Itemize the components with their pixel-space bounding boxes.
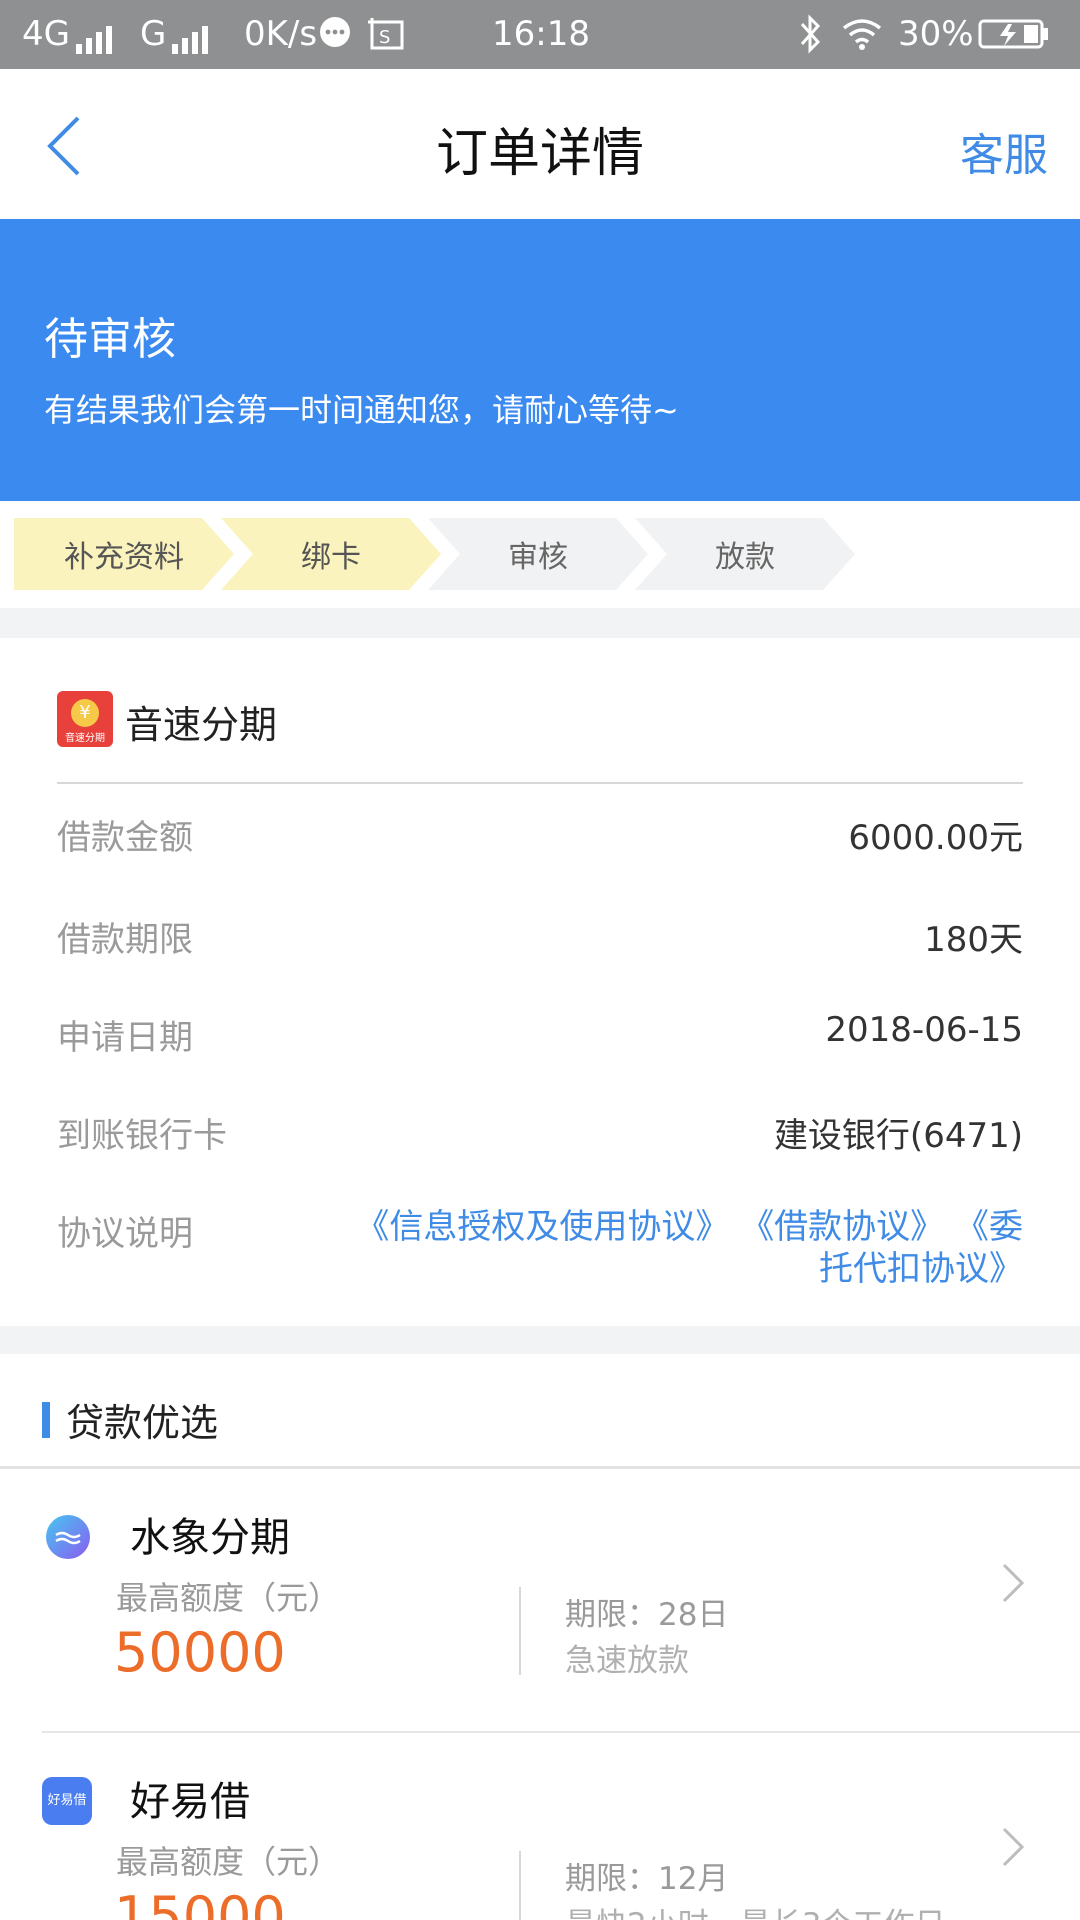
step-label: 绑卡 bbox=[301, 540, 361, 575]
yuan-coin-icon: ¥ bbox=[71, 699, 99, 727]
detail-label: 协议说明 bbox=[57, 1214, 193, 1254]
signal-icon bbox=[172, 14, 212, 54]
detail-row-bank-card: 到账银行卡 建设银行(6471) bbox=[57, 1108, 1023, 1168]
step-disburse: 放款 bbox=[635, 518, 855, 590]
vertical-divider bbox=[519, 1587, 521, 1675]
vertical-divider bbox=[519, 1851, 521, 1920]
status-subtitle: 有结果我们会第一时间通知您，请耐心等待~ bbox=[44, 391, 679, 429]
section-title: 贷款优选 bbox=[66, 1401, 219, 1445]
max-amount-value: 50000 bbox=[114, 1621, 286, 1684]
step-supplement-info: 补充资料 bbox=[14, 518, 234, 590]
product-name: 水象分期 bbox=[130, 1515, 290, 1561]
network-g: G bbox=[140, 14, 212, 54]
detail-value: 6000.00元 bbox=[848, 818, 1023, 858]
section-accent-bar bbox=[42, 1402, 50, 1438]
max-amount-label: 最高额度（元） bbox=[116, 1843, 341, 1881]
status-bar: 4G G 0K/s S 16:18 30% bbox=[0, 0, 1080, 69]
agreement-links: 《信息授权及使用协议》 《借款协议》 《委托代扣协议》 bbox=[345, 1206, 1023, 1290]
section-gap bbox=[0, 1326, 1080, 1354]
chevron-right-icon bbox=[1000, 1561, 1026, 1605]
product-term: 期限：28日 bbox=[565, 1597, 729, 1633]
nav-bar: 订单详情 客服 bbox=[0, 69, 1080, 219]
detail-value: 2018-06-15 bbox=[825, 1010, 1023, 1050]
shuixiang-logo-icon bbox=[46, 1515, 90, 1559]
battery-level: 30% bbox=[898, 14, 974, 54]
logo-text: 好易借 bbox=[47, 1793, 87, 1808]
status-banner: 待审核 有结果我们会第一时间通知您，请耐心等待~ bbox=[0, 219, 1080, 501]
detail-value: 180天 bbox=[924, 920, 1023, 960]
detail-label: 申请日期 bbox=[57, 1018, 193, 1058]
product-name: 好易借 bbox=[130, 1779, 250, 1825]
step-label: 补充资料 bbox=[64, 540, 184, 575]
detail-row-amount: 借款金额 6000.00元 bbox=[57, 810, 1023, 870]
detail-value: 建设银行(6471) bbox=[773, 1116, 1023, 1156]
screenshot-icon: S bbox=[366, 16, 406, 61]
chevron-right-icon bbox=[1000, 1825, 1026, 1869]
svg-text:S: S bbox=[379, 27, 390, 48]
order-card: ¥ 音速分期 音速分期 借款金额 6000.00元 借款期限 180天 申请日期… bbox=[0, 638, 1080, 1326]
network-4g: 4G bbox=[22, 14, 116, 54]
page-title: 订单详情 bbox=[435, 124, 644, 184]
max-amount-label: 最高额度（元） bbox=[116, 1579, 341, 1617]
haoyijie-logo-icon: 好易借 bbox=[42, 1777, 92, 1825]
max-amount-value: 15000 bbox=[114, 1885, 286, 1920]
progress-steps: 补充资料 绑卡 审核 放款 bbox=[14, 518, 1074, 590]
detail-row-term: 借款期限 180天 bbox=[57, 912, 1023, 972]
agreement-link-loan[interactable]: 《借款协议》 bbox=[740, 1207, 944, 1247]
net-speed: 0K/s bbox=[244, 14, 318, 54]
wifi-icon bbox=[842, 18, 882, 59]
detail-label: 借款金额 bbox=[57, 818, 193, 858]
product-tag: 急速放款 bbox=[565, 1643, 689, 1679]
battery-icon bbox=[978, 18, 1050, 59]
brand-logo-text: 音速分期 bbox=[65, 733, 105, 744]
message-icon bbox=[318, 16, 352, 59]
product-tag: 最快2小时，最长3个工作日 bbox=[565, 1899, 945, 1920]
step-label: 放款 bbox=[715, 540, 775, 575]
detail-label: 借款期限 bbox=[57, 920, 193, 960]
product-term: 期限：12月 bbox=[565, 1861, 729, 1897]
signal-icon bbox=[75, 14, 116, 54]
customer-service-button[interactable]: 客服 bbox=[960, 119, 1048, 183]
network-label: 4G bbox=[22, 14, 70, 54]
step-label: 审核 bbox=[508, 540, 568, 575]
loan-product-haoyijie[interactable]: 好易借 好易借 最高额度（元） 15000 期限：12月 最快2小时，最长3个工… bbox=[0, 1733, 1080, 1920]
status-title: 待审核 bbox=[44, 314, 176, 365]
network-label: G bbox=[140, 14, 167, 54]
section-gap bbox=[0, 608, 1080, 638]
agreement-link-authorization[interactable]: 《信息授权及使用协议》 bbox=[355, 1207, 729, 1247]
step-bind-card: 绑卡 bbox=[221, 518, 441, 590]
divider bbox=[57, 782, 1023, 784]
bluetooth-icon bbox=[796, 14, 824, 63]
step-review: 审核 bbox=[428, 518, 648, 590]
clock: 16:18 bbox=[492, 14, 590, 54]
brand-name: 音速分期 bbox=[125, 703, 278, 747]
detail-row-date: 申请日期 2018-06-15 bbox=[57, 1010, 1023, 1070]
brand-logo: ¥ 音速分期 bbox=[57, 691, 113, 747]
loan-product-shuixiang[interactable]: 水象分期 最高额度（元） 50000 期限：28日 急速放款 bbox=[0, 1469, 1080, 1733]
detail-label: 到账银行卡 bbox=[57, 1116, 227, 1156]
recommend-header: 贷款优选 bbox=[0, 1354, 1080, 1468]
